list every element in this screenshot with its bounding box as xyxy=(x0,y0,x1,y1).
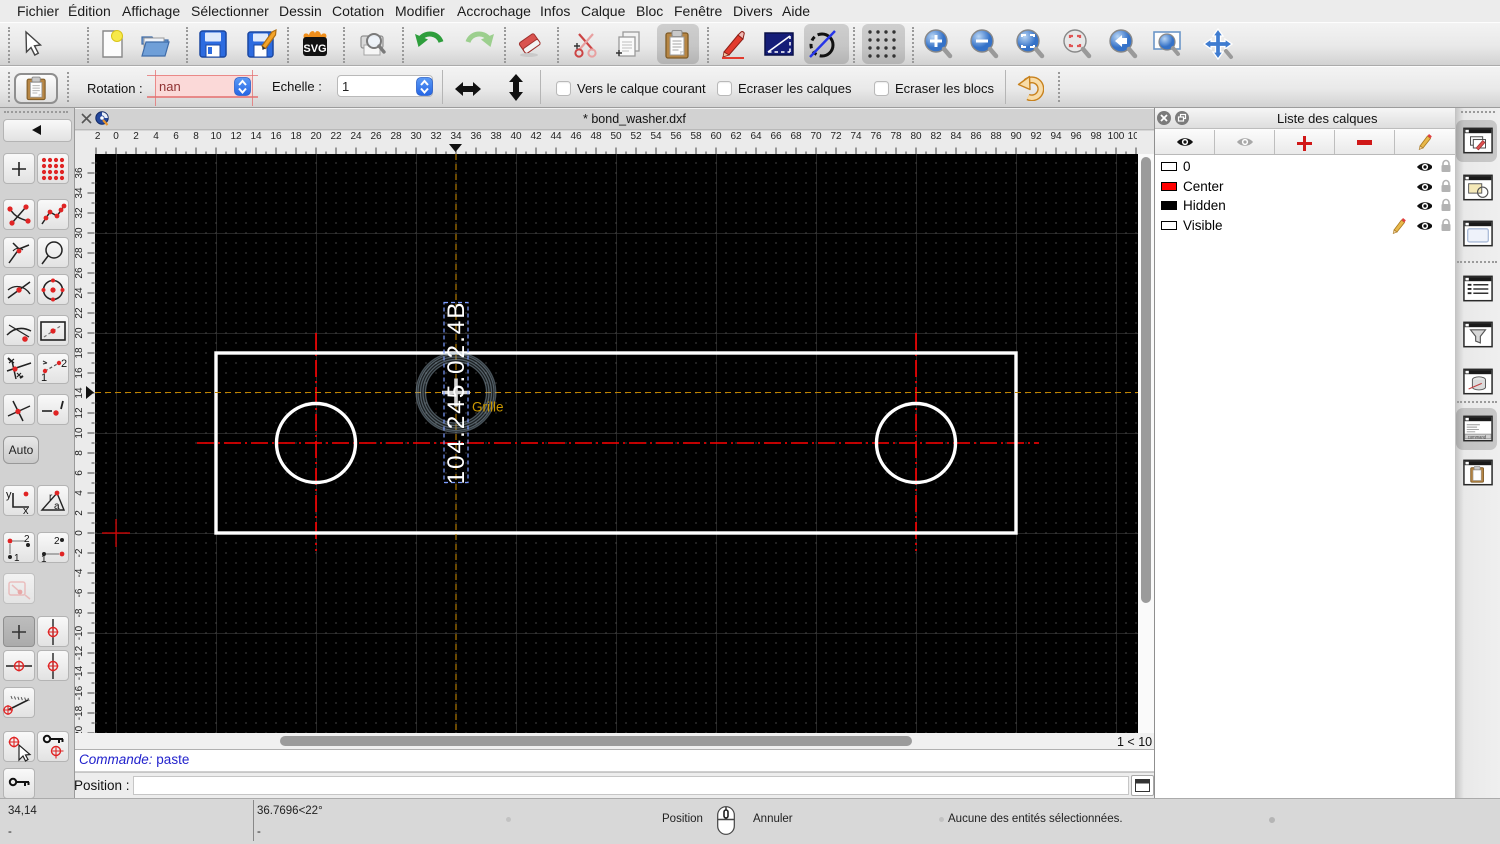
svg-text:SVG: SVG xyxy=(303,43,326,55)
svg-text:1: 1 xyxy=(41,372,47,384)
svg-text:2: 2 xyxy=(61,358,67,370)
svg-text:1: 1 xyxy=(41,554,47,564)
svg-text:a: a xyxy=(54,501,60,512)
svg-text:2: 2 xyxy=(24,534,30,545)
svg-text:command: command xyxy=(1468,434,1487,439)
svg-text:y: y xyxy=(6,489,12,501)
svg-text:Grille: Grille xyxy=(472,400,504,415)
svg-text:1: 1 xyxy=(14,553,20,564)
svg-text:104.245.02.4B: 104.245.02.4B xyxy=(443,300,470,484)
svg-text:2: 2 xyxy=(54,536,60,547)
